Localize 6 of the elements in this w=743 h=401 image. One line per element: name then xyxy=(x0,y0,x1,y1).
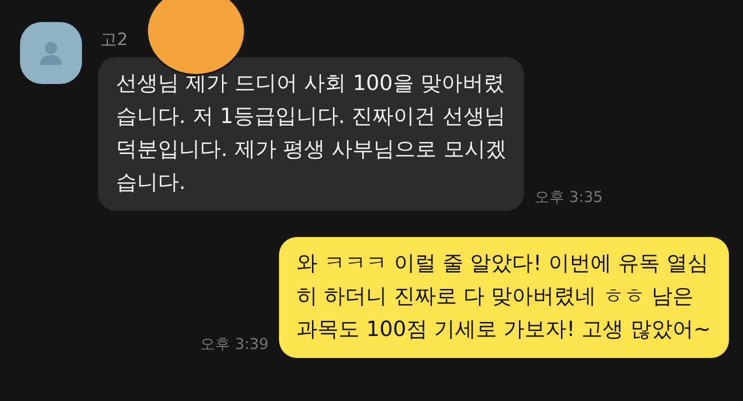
sender-name: 고2 xyxy=(100,29,129,51)
message-bubble: 선생님 제가 드디어 사회 100을 맞아버렸 습니다. 저 1등급입니다. 진짜이건 선생님 덕분입니다. 제가 평생 사부님으로 모시겠 습니다. xyxy=(98,57,524,211)
message-time: 오후 3:39 xyxy=(200,335,269,354)
avatar-icon[interactable] xyxy=(20,22,82,84)
message-time: 오후 3:35 xyxy=(534,188,603,207)
message-bubble: 와 ㅋㅋㅋ 이럴 줄 알았다! 이번에 유독 열심 히 하더니 진짜로 다 맞아버렸네 ㅎㅎ 남은 과목도 100점 기세로 가보자! 고생 많았어~ xyxy=(278,237,729,358)
